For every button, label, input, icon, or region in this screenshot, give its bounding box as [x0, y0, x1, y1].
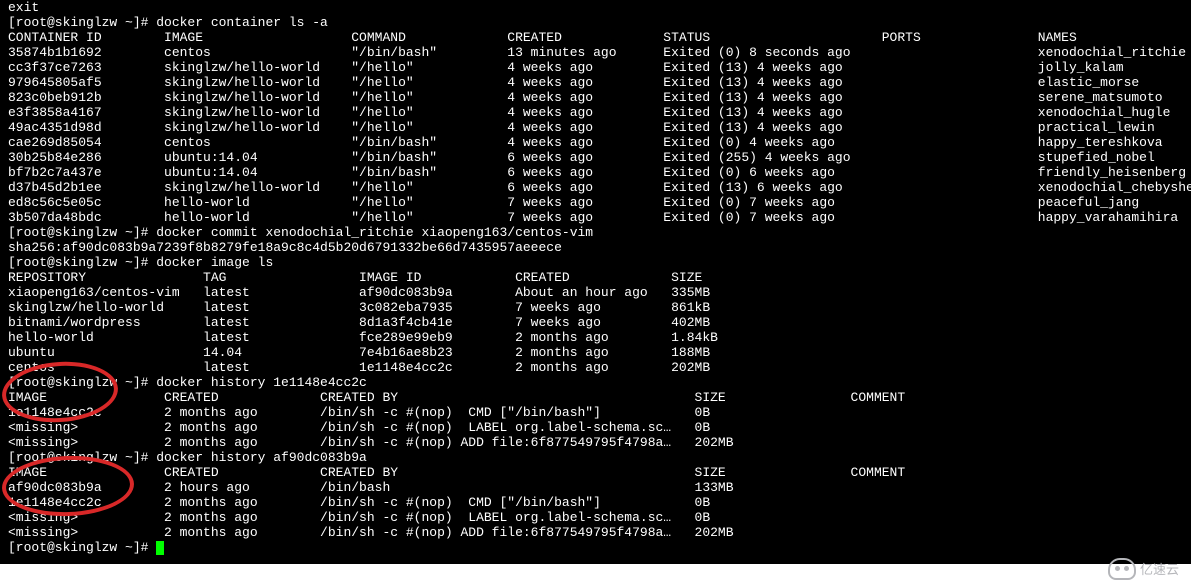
- cursor: [156, 541, 164, 555]
- terminal-line: 823c0beb912b skinglzw/hello-world "/hell…: [8, 90, 1183, 105]
- watermark-text: 亿速云: [1140, 562, 1179, 577]
- terminal-line: skinglzw/hello-world latest 3c082eba7935…: [8, 300, 1183, 315]
- terminal-line: 1e1148e4cc2c 2 months ago /bin/sh -c #(n…: [8, 405, 1183, 420]
- cloud-face-icon: [1108, 558, 1136, 580]
- terminal-line: 30b25b84e286 ubuntu:14.04 "/bin/bash" 6 …: [8, 150, 1183, 165]
- terminal-line: cae269d85054 centos "/bin/bash" 4 weeks …: [8, 135, 1183, 150]
- terminal-line: 35874b1b1692 centos "/bin/bash" 13 minut…: [8, 45, 1183, 60]
- watermark: 亿速云: [1108, 558, 1179, 580]
- terminal-line: [root@skinglzw ~]# docker history af90dc…: [8, 450, 1183, 465]
- terminal-line: <missing> 2 months ago /bin/sh -c #(nop)…: [8, 435, 1183, 450]
- terminal-line: IMAGE CREATED CREATED BY SIZE COMMENT: [8, 390, 1183, 405]
- terminal-line: 1e1148e4cc2c 2 months ago /bin/sh -c #(n…: [8, 495, 1183, 510]
- terminal-line: xiaopeng163/centos-vim latest af90dc083b…: [8, 285, 1183, 300]
- terminal-line: bf7b2c7a437e ubuntu:14.04 "/bin/bash" 6 …: [8, 165, 1183, 180]
- terminal-line: REPOSITORY TAG IMAGE ID CREATED SIZE: [8, 270, 1183, 285]
- terminal-line: ed8c56c5e05c hello-world "/hello" 7 week…: [8, 195, 1183, 210]
- terminal-line: <missing> 2 months ago /bin/sh -c #(nop)…: [8, 420, 1183, 435]
- terminal-line: [root@skinglzw ~]# docker image ls: [8, 255, 1183, 270]
- terminal-line: ubuntu 14.04 7e4b16ae8b23 2 months ago 1…: [8, 345, 1183, 360]
- terminal-line: CONTAINER ID IMAGE COMMAND CREATED STATU…: [8, 30, 1183, 45]
- terminal-line: <missing> 2 months ago /bin/sh -c #(nop)…: [8, 510, 1183, 525]
- terminal-line: cc3f37ce7263 skinglzw/hello-world "/hell…: [8, 60, 1183, 75]
- terminal-line: IMAGE CREATED CREATED BY SIZE COMMENT: [8, 465, 1183, 480]
- terminal-line: e3f3858a4167 skinglzw/hello-world "/hell…: [8, 105, 1183, 120]
- terminal-line: 979645805af5 skinglzw/hello-world "/hell…: [8, 75, 1183, 90]
- terminal-line: 49ac4351d98d skinglzw/hello-world "/hell…: [8, 120, 1183, 135]
- terminal-line: hello-world latest fce289e99eb9 2 months…: [8, 330, 1183, 345]
- bottom-strip: [0, 564, 1191, 586]
- terminal-line: af90dc083b9a 2 hours ago /bin/bash 133MB: [8, 480, 1183, 495]
- terminal-output[interactable]: exit[root@skinglzw ~]# docker container …: [8, 0, 1183, 555]
- terminal-line: d37b45d2b1ee skinglzw/hello-world "/hell…: [8, 180, 1183, 195]
- terminal-line: [root@skinglzw ~]# docker history 1e1148…: [8, 375, 1183, 390]
- terminal-line: 3b507da48bdc hello-world "/hello" 7 week…: [8, 210, 1183, 225]
- terminal-line: bitnami/wordpress latest 8d1a3f4cb41e 7 …: [8, 315, 1183, 330]
- terminal-line: exit: [8, 0, 1183, 15]
- terminal-line: <missing> 2 months ago /bin/sh -c #(nop)…: [8, 525, 1183, 540]
- terminal-line: [root@skinglzw ~]# docker commit xenodoc…: [8, 225, 1183, 240]
- terminal-line: centos latest 1e1148e4cc2c 2 months ago …: [8, 360, 1183, 375]
- terminal-line: [root@skinglzw ~]#: [8, 540, 1183, 555]
- terminal-line: [root@skinglzw ~]# docker container ls -…: [8, 15, 1183, 30]
- terminal-line: sha256:af90dc083b9a7239f8b8279fe18a9c8c4…: [8, 240, 1183, 255]
